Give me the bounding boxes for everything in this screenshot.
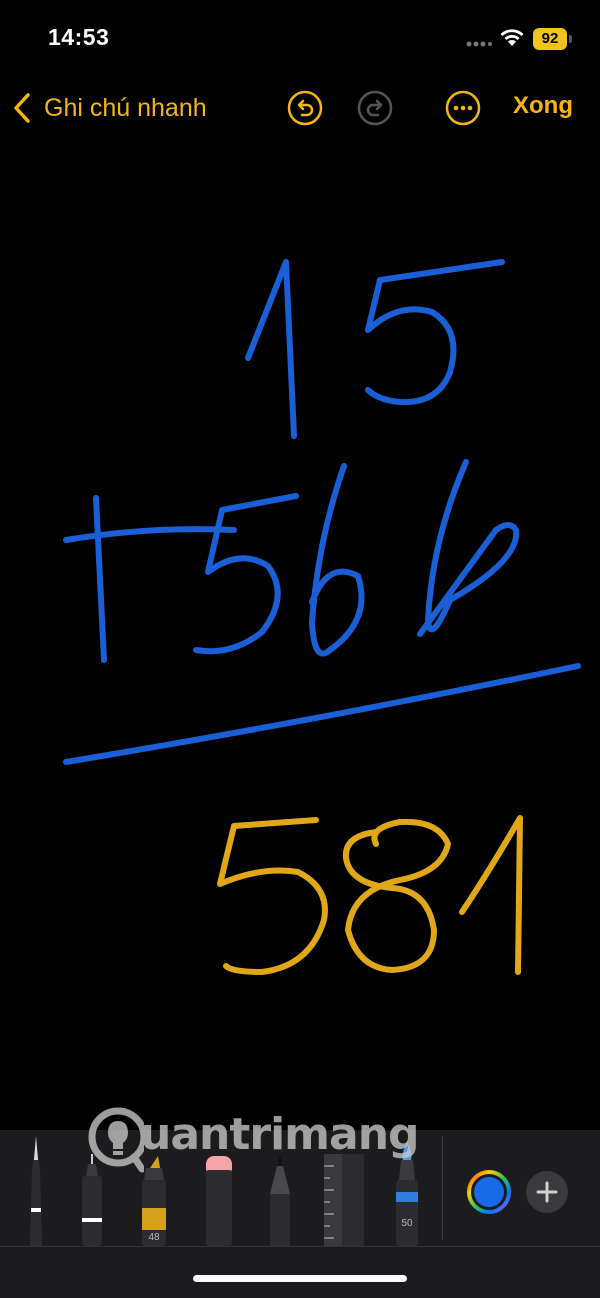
- handwriting-line-3: [217, 815, 523, 975]
- handwriting-line-2: [63, 459, 520, 663]
- battery-icon: 92: [533, 28, 573, 50]
- watermark-logo: uantrimang: [84, 1103, 434, 1177]
- pen-icon[interactable]: [22, 1130, 50, 1246]
- color-picker-icon[interactable]: [467, 1170, 511, 1214]
- chevron-left-icon: [14, 93, 30, 123]
- signal-icon: [466, 41, 492, 47]
- status-bar: 14:53 92: [0, 0, 600, 80]
- handwriting-underline: [63, 663, 581, 765]
- drawing-canvas[interactable]: [0, 140, 600, 1128]
- nav-bar: Ghi chú nhanh Xong: [0, 80, 600, 136]
- palette-divider: [442, 1136, 443, 1240]
- status-time: 14:53: [48, 24, 110, 50]
- watercolor-size-label: 50: [401, 1218, 413, 1229]
- watermark-text: uantrimang: [140, 1109, 420, 1160]
- redo-icon[interactable]: [357, 90, 393, 126]
- marker-size-label: 48: [148, 1232, 160, 1243]
- back-label: Ghi chú nhanh: [44, 93, 207, 122]
- done-button[interactable]: Xong: [513, 92, 573, 120]
- wifi-icon: [500, 29, 524, 46]
- lightbulb-icon: [88, 1107, 148, 1173]
- home-indicator[interactable]: [193, 1275, 407, 1282]
- more-icon[interactable]: [445, 90, 481, 126]
- back-button[interactable]: Ghi chú nhanh: [10, 86, 207, 130]
- handwriting-svg: [63, 259, 581, 975]
- add-tool-button[interactable]: [526, 1171, 568, 1213]
- plus-icon: [536, 1181, 558, 1203]
- battery-level: 92: [533, 28, 567, 50]
- undo-icon[interactable]: [287, 90, 323, 126]
- battery-tip: [569, 35, 572, 43]
- handwriting-line-1: [245, 259, 505, 439]
